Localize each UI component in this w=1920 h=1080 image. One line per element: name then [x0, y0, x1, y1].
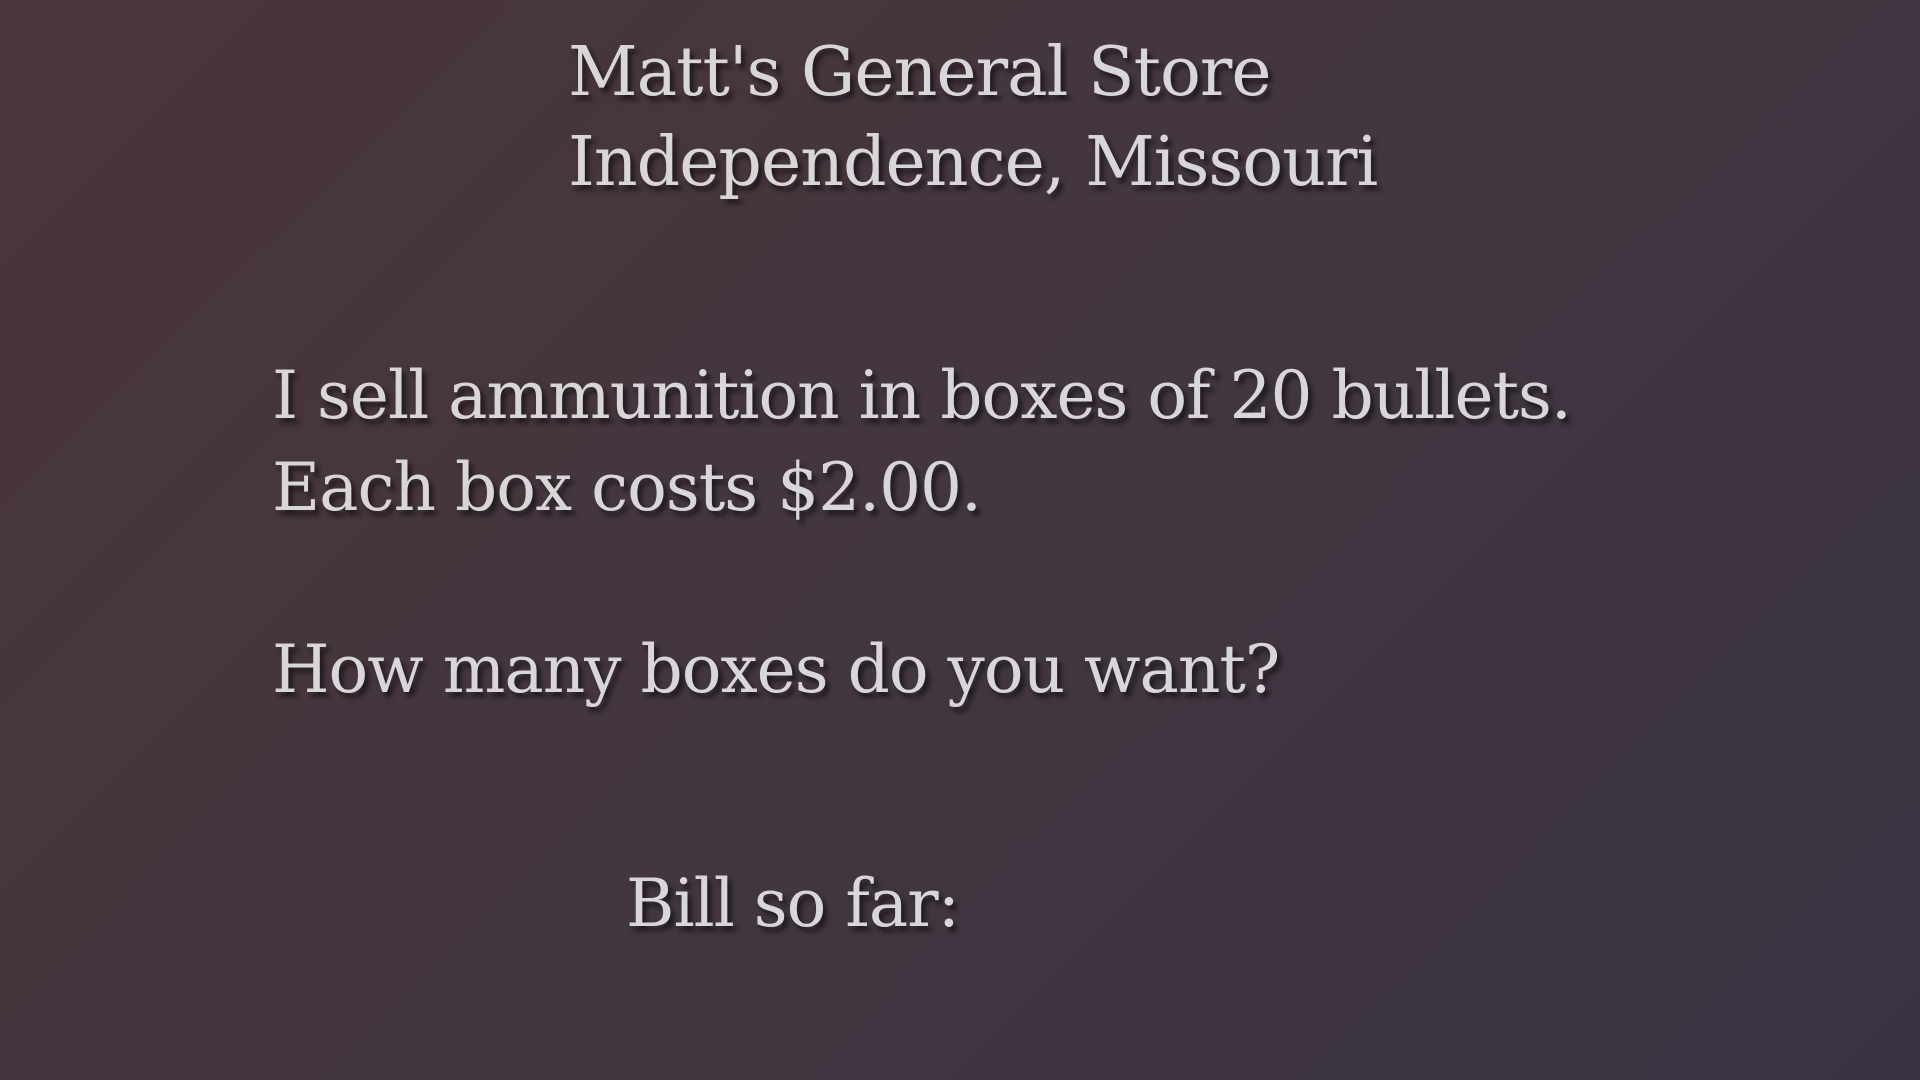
- bill-so-far-label: Bill so far:: [626, 865, 960, 942]
- store-location: Independence, Missouri: [568, 123, 1378, 202]
- store-header: Matt's General Store Independence, Misso…: [568, 28, 1378, 208]
- store-name: Matt's General Store: [568, 33, 1272, 112]
- merchant-dialog: I sell ammunition in boxes of 20 bullets…: [272, 350, 1572, 534]
- purchase-question: How many boxes do you want?: [272, 631, 1280, 708]
- dialog-line-2: Each box costs $2.00.: [272, 449, 982, 526]
- dialog-line-1: I sell ammunition in boxes of 20 bullets…: [272, 357, 1572, 434]
